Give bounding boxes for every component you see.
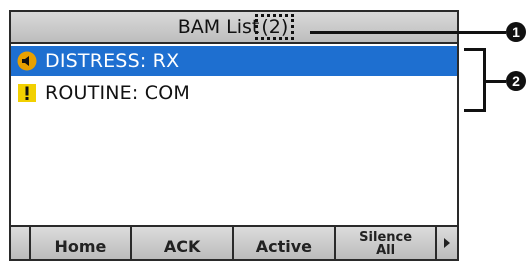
callout-1: 1 <box>506 22 526 42</box>
alert-count: (2) <box>255 14 295 40</box>
home-button[interactable]: Home <box>31 227 133 259</box>
chevron-right-icon <box>443 234 451 253</box>
silence-all-button[interactable]: Silence All <box>336 227 438 259</box>
alert-row-routine[interactable]: ROUTINE: COM <box>11 78 457 108</box>
active-button[interactable]: Active <box>234 227 336 259</box>
callout-stem-2 <box>486 80 506 83</box>
ack-button[interactable]: ACK <box>132 227 235 259</box>
callout-2: 2 <box>506 71 526 91</box>
page-title: BAM List (2) <box>11 12 457 42</box>
title-label: BAM List <box>177 16 260 38</box>
display-screen: BAM List (2) DISTRESS: RX ROUTINE: COM H… <box>9 10 459 261</box>
alert-label: DISTRESS: RX <box>45 50 180 72</box>
alert-row-distress[interactable]: DISTRESS: RX <box>11 46 457 76</box>
alert-list: DISTRESS: RX ROUTINE: COM <box>11 44 457 108</box>
more-softkeys-button[interactable] <box>437 227 457 259</box>
routine-exclamation-icon <box>17 83 37 103</box>
title-bar: BAM List (2) <box>11 12 457 44</box>
callout-line-1 <box>310 31 506 34</box>
silence-all-line2: All <box>376 243 396 258</box>
softkey-bar: Home ACK Active Silence All <box>11 225 457 259</box>
alert-label: ROUTINE: COM <box>45 82 190 104</box>
distress-speaker-icon <box>17 51 37 71</box>
softkey-blank <box>11 227 31 259</box>
callout-bracket-2 <box>464 48 486 112</box>
bam-list-figure: BAM List (2) DISTRESS: RX ROUTINE: COM H… <box>0 0 530 262</box>
